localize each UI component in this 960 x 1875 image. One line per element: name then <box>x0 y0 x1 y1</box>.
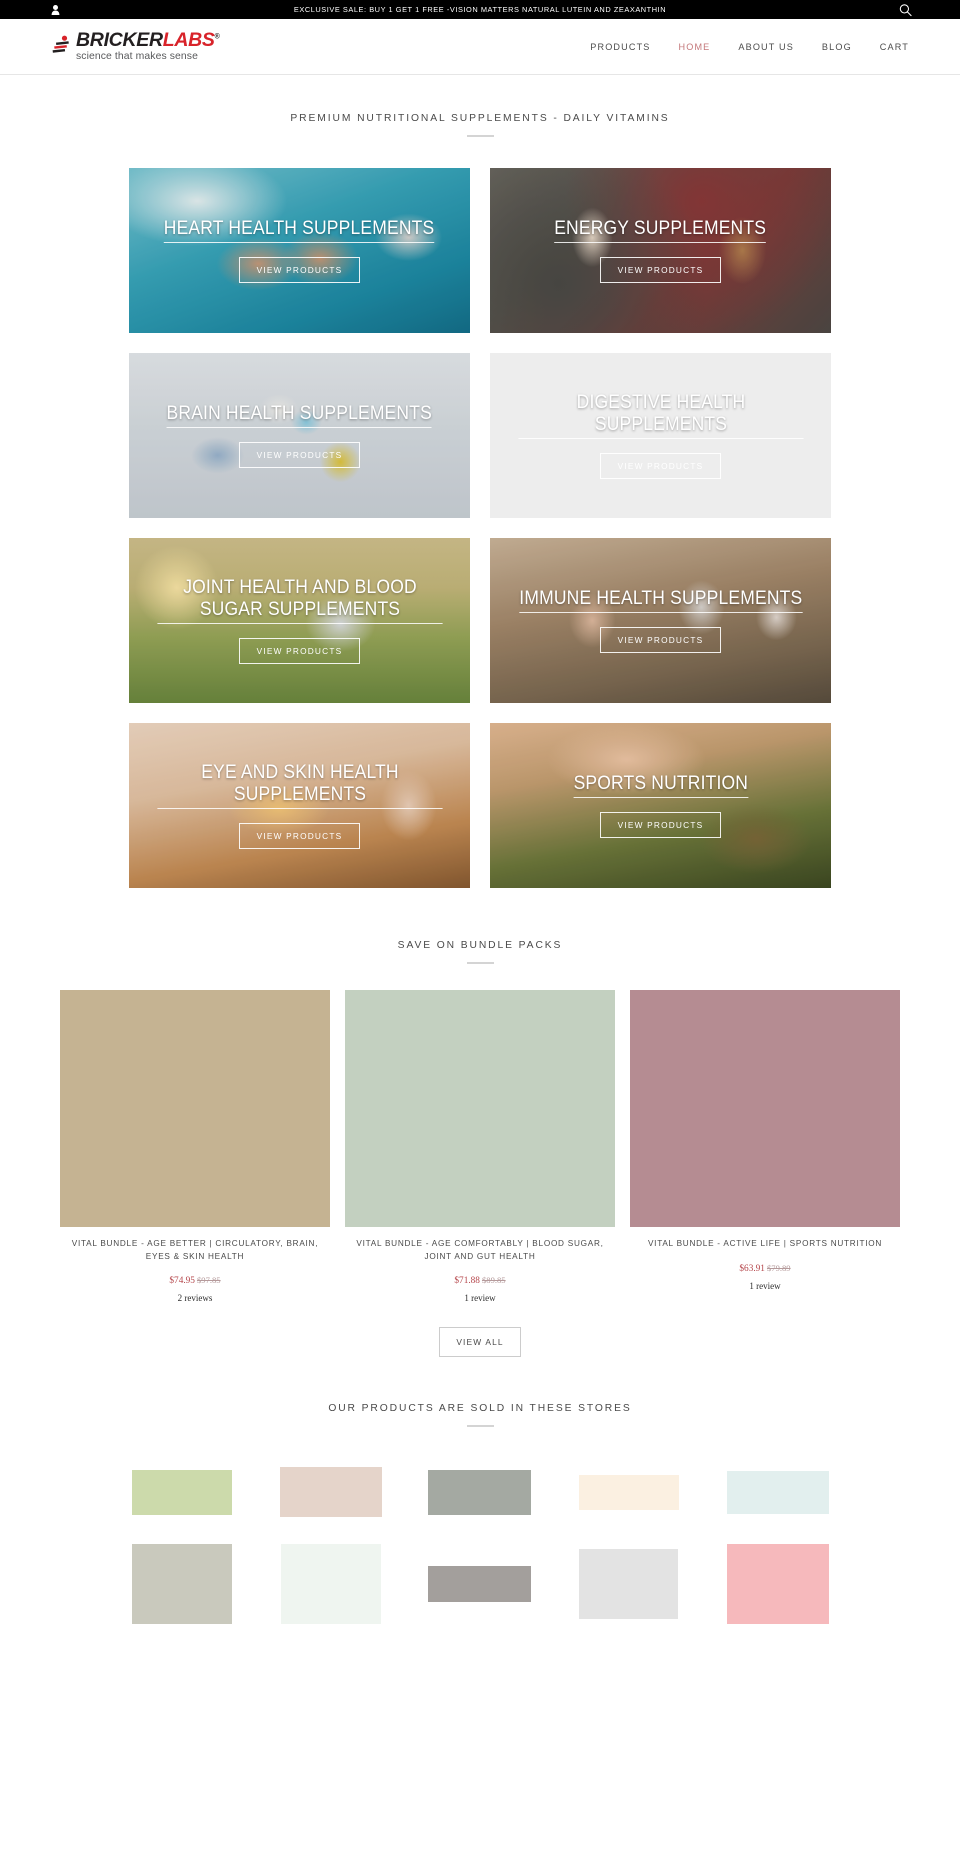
view-products-button[interactable]: VIEW PRODUCTS <box>238 442 361 469</box>
bundle-image[interactable] <box>345 990 615 1227</box>
nav-item-cart[interactable]: CART <box>880 42 909 52</box>
logo-brand-second: LABS <box>162 29 215 52</box>
bundle-title: VITAL BUNDLE - AGE COMFORTABLY | BLOOD S… <box>356 1239 604 1261</box>
site-header: BRICKERLABS® science that makes sense PR… <box>0 19 960 75</box>
bundle-card[interactable]: VITAL BUNDLE - AGE COMFORTABLY | BLOOD S… <box>345 990 615 1303</box>
store-logo-10[interactable] <box>715 1544 840 1625</box>
store-logo-image <box>579 1549 679 1620</box>
store-logo-image <box>132 1469 233 1515</box>
store-logo-4[interactable] <box>566 1453 691 1531</box>
bundle-price: $71.88 $89.85 <box>345 1270 615 1288</box>
category-tile[interactable]: HEART HEALTH SUPPLEMENTS VIEW PRODUCTS <box>129 168 470 333</box>
running-person-icon <box>51 34 73 60</box>
bundle-original-price: $79.89 <box>766 1262 791 1273</box>
nav-item-products[interactable]: PRODUCTS <box>590 42 650 52</box>
bundle-original-price: $97.85 <box>196 1275 221 1286</box>
category-tile[interactable]: JOINT HEALTH AND BLOOD SUGAR SUPPLEMENTS… <box>129 538 470 703</box>
nav-item-blog[interactable]: BLOG <box>822 42 852 52</box>
logo-registered-mark: ® <box>214 33 220 41</box>
bundle-original-price: $89.85 <box>481 1275 506 1286</box>
bundle-review-count[interactable]: 1 review <box>630 1281 900 1291</box>
view-products-button[interactable]: VIEW PRODUCTS <box>238 823 361 850</box>
category-tile[interactable]: ENERGY SUPPLEMENTS VIEW PRODUCTS <box>490 168 831 333</box>
category-tile[interactable]: SPORTS NUTRITION VIEW PRODUCTS <box>490 723 831 888</box>
store-logo-1[interactable] <box>120 1453 245 1531</box>
store-logo-8[interactable] <box>418 1545 543 1623</box>
bundle-image[interactable] <box>60 990 330 1227</box>
store-logo-5[interactable] <box>715 1453 840 1531</box>
store-logo-image <box>428 1469 532 1515</box>
bundle-sale-price: $71.88 <box>454 1276 480 1287</box>
store-logo-3[interactable] <box>418 1453 543 1531</box>
bundle-review-count[interactable]: 1 review <box>345 1293 615 1303</box>
page-bottom-spacer <box>0 1623 960 1633</box>
store-logo-image <box>280 1467 383 1518</box>
site-logo[interactable]: BRICKERLABS® science that makes sense <box>51 29 220 62</box>
store-logo-image <box>428 1566 532 1603</box>
section-divider <box>466 962 494 964</box>
bundles-section: SAVE ON BUNDLE PACKS VITAL BUNDLE - AGE … <box>0 888 960 1358</box>
bundle-sale-price: $63.91 <box>739 1263 765 1274</box>
store-logo-image <box>132 1544 233 1625</box>
logo-brand-first: BRICKER <box>76 29 163 52</box>
category-tile[interactable]: IMMUNE HEALTH SUPPLEMENTS VIEW PRODUCTS <box>490 538 831 703</box>
announcement-bar: EXCLUSIVE SALE: BUY 1 GET 1 FREE -VISION… <box>0 0 960 19</box>
category-title: HEART HEALTH SUPPLEMENTS <box>164 218 435 244</box>
view-products-button[interactable]: VIEW PRODUCTS <box>238 257 361 284</box>
view-all-button[interactable]: VIEW ALL <box>439 1327 521 1358</box>
store-logo-2[interactable] <box>269 1453 394 1531</box>
categories-section: PREMIUM NUTRITIONAL SUPPLEMENTS - DAILY … <box>0 75 960 888</box>
stores-section: OUR PRODUCTS ARE SOLD IN THESE STORES <box>0 1357 960 1625</box>
nav-item-about-us[interactable]: ABOUT US <box>738 42 794 52</box>
category-title: JOINT HEALTH AND BLOOD SUGAR SUPPLEMENTS <box>156 577 443 625</box>
view-products-button[interactable]: VIEW PRODUCTS <box>599 627 722 654</box>
view-all-container: VIEW ALL <box>0 1327 960 1358</box>
store-logo-6[interactable] <box>120 1544 245 1625</box>
search-icon[interactable] <box>899 3 912 16</box>
logo-tagline: science that makes sense <box>76 50 198 62</box>
account-person-icon[interactable] <box>51 4 60 15</box>
bundle-image[interactable] <box>630 990 900 1227</box>
category-title: ENERGY SUPPLEMENTS <box>554 218 767 244</box>
store-logo-7[interactable] <box>269 1544 394 1625</box>
bundle-price: $74.95 $97.85 <box>60 1270 330 1288</box>
section-divider <box>466 135 494 137</box>
category-tile[interactable]: EYE AND SKIN HEALTH SUPPLEMENTS VIEW PROD… <box>129 723 470 888</box>
categories-section-title: PREMIUM NUTRITIONAL SUPPLEMENTS - DAILY … <box>290 113 670 124</box>
bundle-card[interactable]: VITAL BUNDLE - ACTIVE LIFE | SPORTS NUTR… <box>630 990 900 1303</box>
category-tile[interactable]: BRAIN HEALTH SUPPLEMENTS VIEW PRODUCTS <box>129 353 470 518</box>
bundle-title: VITAL BUNDLE - AGE BETTER | CIRCULATORY,… <box>71 1239 319 1261</box>
category-title: SPORTS NUTRITION <box>573 773 748 799</box>
view-products-button[interactable]: VIEW PRODUCTS <box>599 812 722 839</box>
bundle-grid: VITAL BUNDLE - AGE BETTER | CIRCULATORY,… <box>60 990 900 1303</box>
bundle-sale-price: $74.95 <box>169 1276 195 1287</box>
view-products-button[interactable]: VIEW PRODUCTS <box>599 453 722 480</box>
store-logo-image <box>726 1544 829 1625</box>
bundle-card[interactable]: VITAL BUNDLE - AGE BETTER | CIRCULATORY,… <box>60 990 330 1303</box>
announcement-text: EXCLUSIVE SALE: BUY 1 GET 1 FREE -VISION… <box>293 5 667 14</box>
category-title: BRAIN HEALTH SUPPLEMENTS <box>166 403 433 429</box>
section-divider <box>466 1425 494 1428</box>
main-navigation: PRODUCTS HOME ABOUT US BLOG CART <box>590 42 909 52</box>
store-logo-grid <box>120 1453 840 1625</box>
bundle-price: $63.91 $79.89 <box>630 1258 900 1276</box>
store-logo-image <box>281 1544 382 1625</box>
stores-section-title: OUR PRODUCTS ARE SOLD IN THESE STORES <box>328 1403 632 1415</box>
view-products-button[interactable]: VIEW PRODUCTS <box>238 638 361 665</box>
bundle-title: VITAL BUNDLE - ACTIVE LIFE | SPORTS NUTR… <box>647 1239 883 1248</box>
bundle-review-count[interactable]: 2 reviews <box>60 1293 330 1303</box>
nav-item-home[interactable]: HOME <box>679 42 711 52</box>
category-grid: HEART HEALTH SUPPLEMENTS VIEW PRODUCTS ENE… <box>129 168 831 888</box>
store-logo-image <box>726 1470 829 1514</box>
category-tile[interactable]: DIGESTIVE HEALTH SUPPLEMENTS VIEW PRODUCT… <box>490 353 831 518</box>
view-products-button[interactable]: VIEW PRODUCTS <box>599 257 722 284</box>
store-logo-image <box>578 1474 679 1510</box>
store-logo-9[interactable] <box>566 1545 691 1623</box>
category-title: IMMUNE HEALTH SUPPLEMENTS <box>518 588 803 614</box>
category-title: EYE AND SKIN HEALTH SUPPLEMENTS <box>156 762 443 810</box>
category-title: DIGESTIVE HEALTH SUPPLEMENTS <box>517 392 804 440</box>
bundles-section-title: SAVE ON BUNDLE PACKS <box>397 940 563 951</box>
